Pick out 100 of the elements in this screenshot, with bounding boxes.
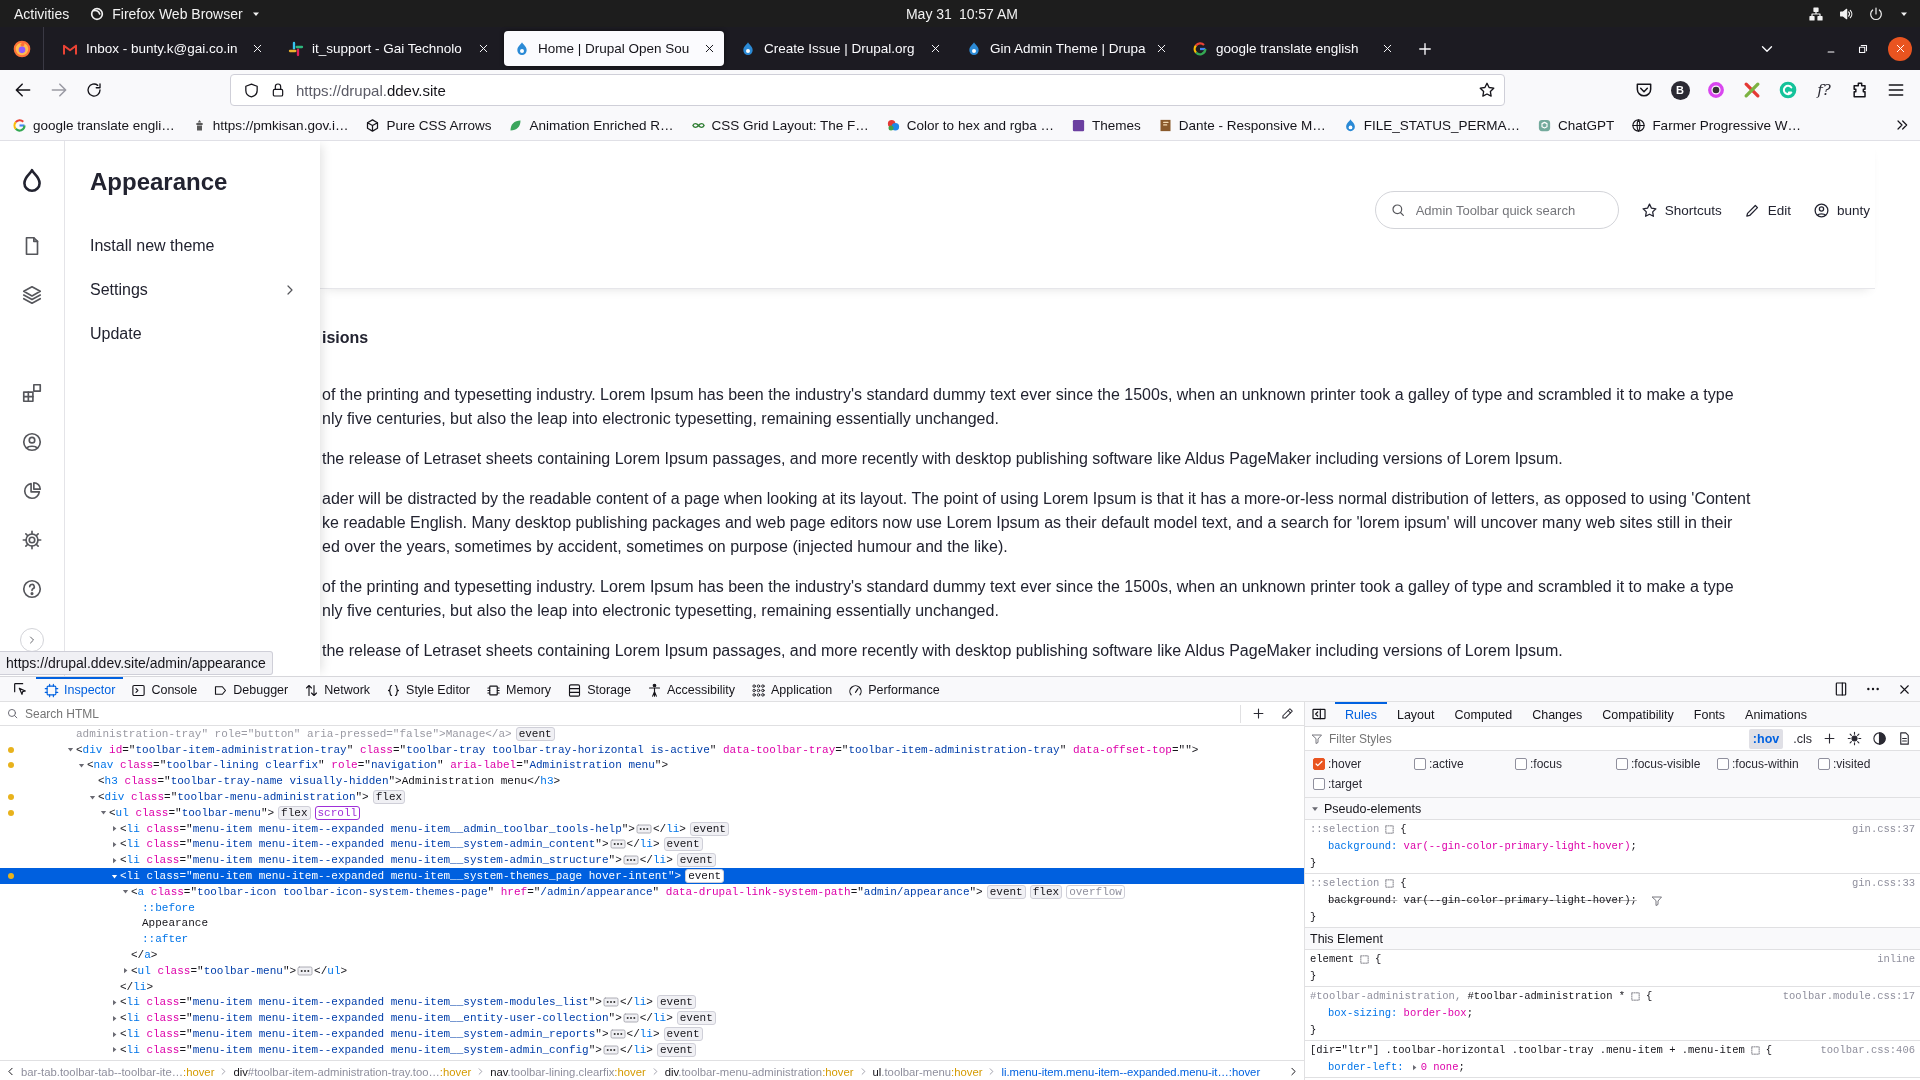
extension-button[interactable]: B <box>1670 80 1690 100</box>
twisty-icon[interactable] <box>110 997 119 1007</box>
shield-icon[interactable] <box>243 81 260 99</box>
breadcrumb[interactable]: nav.toolbar-lining.clearfix:hover <box>490 1065 646 1078</box>
markup-row[interactable]: <li class="menu-item menu-item--expanded menu-item__system-admin_config"> </li> event <box>0 1041 1304 1058</box>
search-field[interactable]: Search HTML <box>23 705 1236 722</box>
eyedropper-icon[interactable] <box>1280 706 1294 721</box>
twisty-icon[interactable] <box>110 824 119 834</box>
pseudo-class-checkbox[interactable]: :focus-visible <box>1616 757 1717 771</box>
app-menu-button[interactable]: Firefox Web Browser <box>89 5 262 22</box>
devtools-tab[interactable]: Accessibility <box>638 676 743 702</box>
browser-tab[interactable]: Create Issue | Drupal.org <box>730 31 950 66</box>
browser-tab[interactable]: Home | Drupal Open Sou <box>504 31 724 66</box>
close-icon[interactable] <box>1155 42 1168 55</box>
bookmark[interactable]: Dante - Responsive M… <box>1157 117 1326 133</box>
breadcrumb[interactable]: ul.toolbar-menu:hover <box>872 1065 983 1078</box>
markup-row[interactable]: <a class="toolbar-icon toolbar-icon-system-themes-page" href="/admin/appearance" data-drupal-link-system-path="admin/appearance"> event flex overflow <box>0 883 1304 900</box>
sidebar-tab[interactable]: Compatibility <box>1592 702 1684 727</box>
twisty-icon[interactable] <box>110 1045 119 1055</box>
markup-badge[interactable]: event <box>656 995 696 1010</box>
light-scheme-icon[interactable] <box>1847 731 1862 746</box>
markup-row[interactable]: </li> <box>0 978 1304 995</box>
flyout-item[interactable]: Settings <box>65 268 320 312</box>
sidebar-tab[interactable]: Computed <box>1444 702 1523 727</box>
markup-row[interactable]: </a> <box>0 947 1304 963</box>
close-icon[interactable] <box>251 42 264 55</box>
devtools-tab[interactable]: Console <box>123 676 206 702</box>
twisty-icon[interactable] <box>121 966 130 976</box>
markup-badge[interactable]: event <box>663 837 703 852</box>
markup-badge[interactable]: flex <box>372 790 406 805</box>
twisty-icon[interactable] <box>110 839 119 849</box>
markup-badge[interactable]: event <box>689 821 729 836</box>
browser-tab[interactable]: it_support - Gai Technolo <box>278 31 498 66</box>
markup-badge[interactable]: flex <box>278 805 311 820</box>
close-icon[interactable] <box>1381 42 1394 55</box>
markup-badge[interactable]: event <box>656 1042 696 1057</box>
pseudo-class-checkbox[interactable]: :visited <box>1818 757 1919 771</box>
pseudo-class-checkbox[interactable]: :target <box>1313 777 1414 791</box>
markup-badge[interactable]: event <box>685 869 725 884</box>
markup-badge[interactable]: event <box>515 726 555 741</box>
twisty-icon[interactable] <box>110 1029 119 1039</box>
add-node-icon[interactable] <box>1251 706 1266 721</box>
toolbar-link[interactable]: bunty <box>1812 191 1870 229</box>
toolbar-link[interactable]: Edit <box>1743 191 1791 229</box>
bookmark[interactable]: ChatGPT <box>1537 117 1615 133</box>
network-icon[interactable] <box>1808 5 1824 22</box>
add-rule-icon[interactable] <box>1822 731 1837 746</box>
markup-row[interactable]: administration-tray" role="button" aria-pressed="false">Manage</a> event <box>0 726 1304 742</box>
sidebar-tab[interactable]: Rules <box>1335 702 1387 727</box>
browser-logo-icon[interactable] <box>11 38 32 59</box>
layers-icon[interactable] <box>21 283 43 306</box>
pseudo-class-checkbox[interactable]: :focus <box>1515 757 1616 771</box>
markup-badge[interactable]: event <box>676 853 716 868</box>
bookmark[interactable]: Animation Enriched R… <box>508 117 674 133</box>
flyout-item[interactable]: Install new theme <box>65 224 320 268</box>
markup-row[interactable]: <li class="menu-item menu-item--expanded menu-item__system-admin_content"> </li> event <box>0 836 1304 853</box>
window-close-button[interactable] <box>1888 36 1912 61</box>
markup-row[interactable]: <nav class="toolbar-lining clearfix" role="navigation" aria-label="Administration menu"> <box>0 757 1304 774</box>
flyout-item[interactable]: Update <box>65 312 320 356</box>
lock-icon[interactable] <box>270 82 286 98</box>
twisty-icon[interactable] <box>110 1013 119 1023</box>
contrast-icon[interactable] <box>1872 731 1887 746</box>
browser-tab[interactable]: Inbox - bunty.k@gai.co.in <box>52 31 272 66</box>
sidebar-tab[interactable]: Changes <box>1522 702 1593 727</box>
twisty-icon[interactable] <box>77 761 86 770</box>
markup-badge[interactable]: event <box>676 1011 716 1026</box>
power-icon[interactable] <box>1868 5 1884 22</box>
markup-row[interactable]: <ul class="toolbar-menu"> flex scroll <box>0 805 1304 821</box>
close-icon[interactable] <box>477 42 490 55</box>
user-icon[interactable] <box>21 430 43 453</box>
cross-icon[interactable] <box>1742 80 1762 100</box>
sidebar-tab[interactable]: Fonts <box>1683 702 1736 727</box>
blocks-icon[interactable] <box>21 381 43 404</box>
markup-badge[interactable]: flex <box>1029 884 1063 899</box>
reload-icon[interactable] <box>85 81 103 99</box>
dock-icon[interactable] <box>1833 681 1849 697</box>
hover-toggle-button[interactable]: :hov <box>1748 728 1784 749</box>
element-picker-icon[interactable] <box>12 681 28 697</box>
markup-badge[interactable]: event <box>986 884 1026 899</box>
section-header[interactable]: Pseudo-elements <box>1324 801 1422 816</box>
pseudo-class-checkbox[interactable]: :focus-within <box>1717 757 1818 771</box>
settings-icon[interactable] <box>21 528 43 551</box>
markup-row[interactable]: Appearance <box>0 915 1304 932</box>
activities-button[interactable]: Activities <box>14 5 70 22</box>
bookmark[interactable]: Color to hex and rgba … <box>885 117 1054 133</box>
bookmark[interactable]: FILE_STATUS_PERMA… <box>1342 117 1521 133</box>
devtools-tab[interactable]: Network <box>296 676 379 702</box>
breadcrumb[interactable]: li.menu-item.menu-item--expanded.menu-it…:hover <box>1001 1065 1261 1078</box>
pseudo-class-checkbox[interactable]: :hover <box>1313 757 1414 771</box>
markup-badge[interactable]: scroll <box>314 805 361 820</box>
markup-row[interactable]: <div class="toolbar-menu-administration"> flex <box>0 789 1304 805</box>
bookmark[interactable]: https://pmkisan.gov.i… <box>191 117 349 133</box>
markup-row[interactable]: <li class="menu-item menu-item--expanded menu-item__system-admin_structure"> </li> event <box>0 852 1304 869</box>
close-icon[interactable] <box>703 42 716 55</box>
extension-button[interactable]: f? <box>1812 78 1836 102</box>
devtools-tab[interactable]: Style Editor <box>378 676 478 702</box>
bookmark[interactable]: CSS Grid Layout: The F… <box>690 117 869 133</box>
sidebar-tab[interactable]: Layout <box>1386 702 1445 727</box>
browser-tab[interactable]: google translate english <box>1182 31 1402 66</box>
markup-row[interactable]: <li class="menu-item menu-item--expanded menu-item__system-admin_reports"> </li> event <box>0 1026 1304 1042</box>
